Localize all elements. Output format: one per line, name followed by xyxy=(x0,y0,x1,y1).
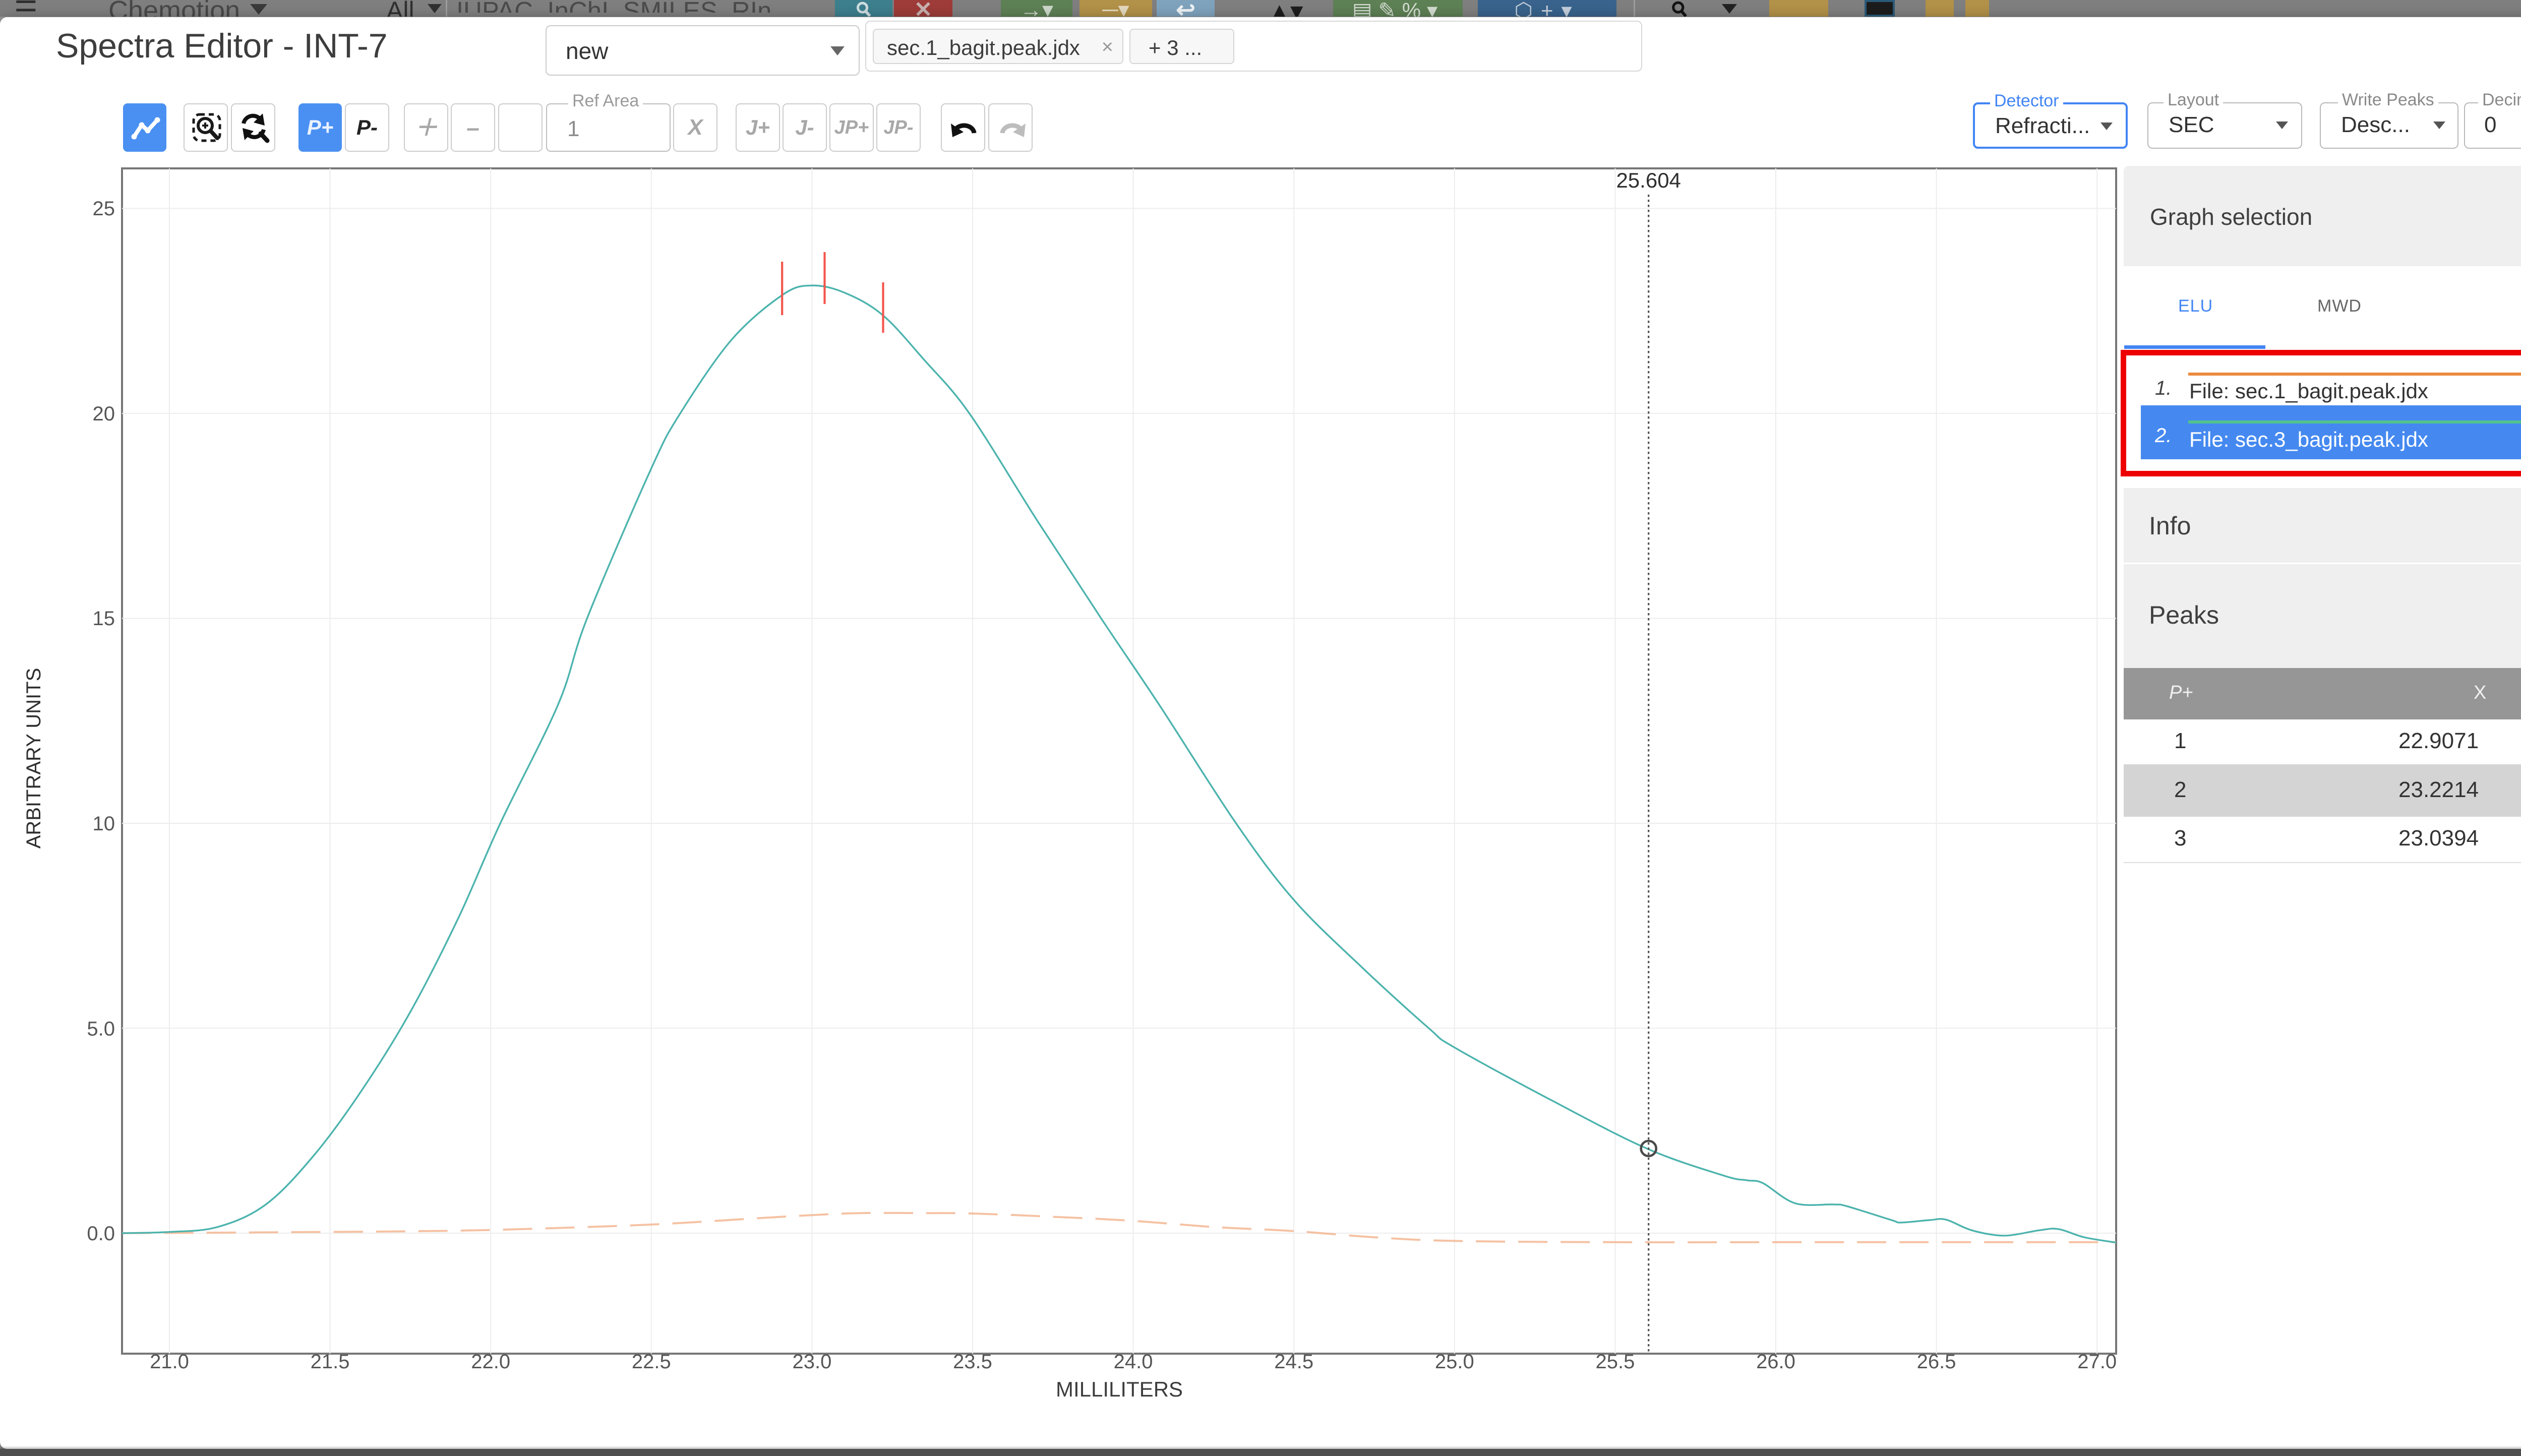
svg-text:22.0: 22.0 xyxy=(471,1351,510,1373)
svg-text:21.0: 21.0 xyxy=(150,1351,189,1373)
svg-text:25.604: 25.604 xyxy=(1616,168,1680,192)
svg-text:24.5: 24.5 xyxy=(1274,1351,1313,1373)
svg-text:10: 10 xyxy=(93,813,115,835)
svg-text:26.5: 26.5 xyxy=(1917,1351,1956,1373)
svg-text:24.0: 24.0 xyxy=(1114,1351,1153,1373)
svg-text:0.0: 0.0 xyxy=(87,1223,115,1245)
svg-text:15: 15 xyxy=(93,608,115,630)
svg-text:25: 25 xyxy=(93,198,115,220)
svg-text:MILLILITERS: MILLILITERS xyxy=(1056,1377,1183,1401)
svg-text:ARBITRARY UNITS: ARBITRARY UNITS xyxy=(23,668,45,849)
svg-text:25.0: 25.0 xyxy=(1435,1351,1474,1373)
svg-text:20: 20 xyxy=(93,403,115,425)
svg-text:26.0: 26.0 xyxy=(1756,1351,1795,1373)
svg-text:22.5: 22.5 xyxy=(632,1351,671,1373)
svg-text:21.5: 21.5 xyxy=(311,1351,350,1373)
svg-text:27.0: 27.0 xyxy=(2077,1351,2117,1373)
svg-text:25.5: 25.5 xyxy=(1595,1351,1635,1373)
svg-text:5.0: 5.0 xyxy=(87,1018,115,1040)
svg-text:23.5: 23.5 xyxy=(953,1351,992,1373)
svg-text:23.0: 23.0 xyxy=(792,1351,831,1373)
